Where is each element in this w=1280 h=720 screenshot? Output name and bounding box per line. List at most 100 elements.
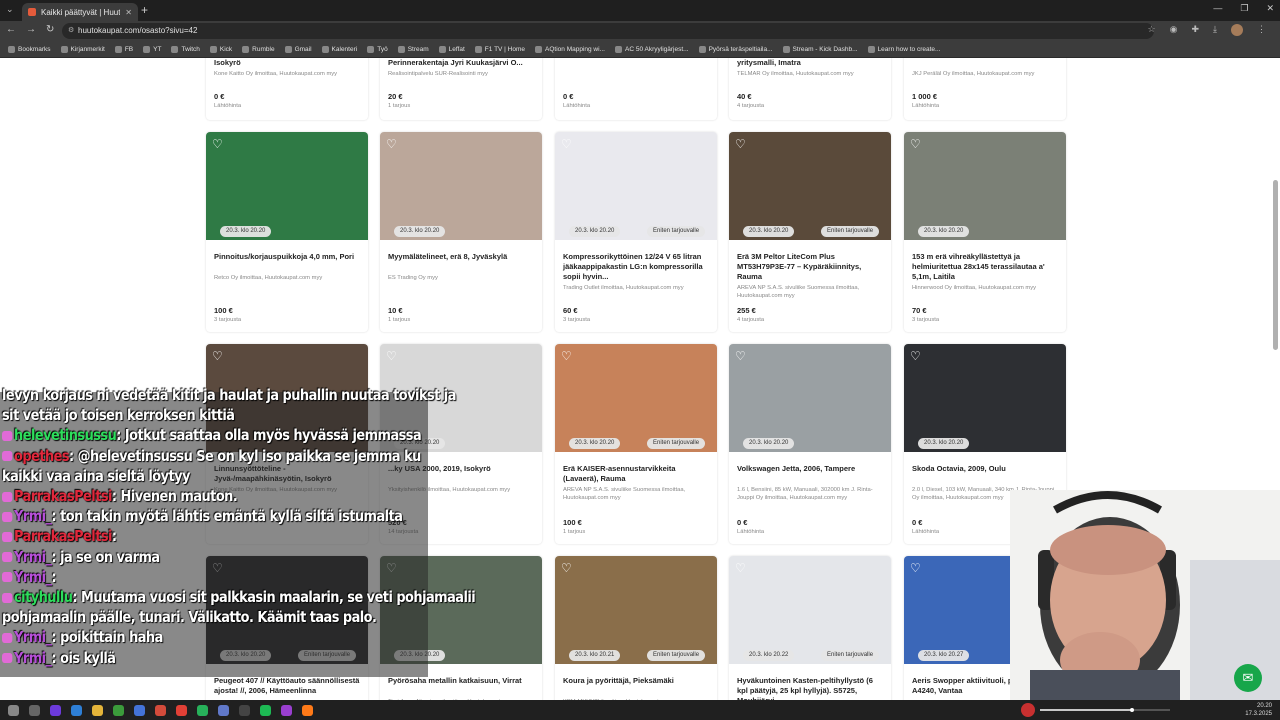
app-icon[interactable] [239, 704, 250, 716]
chrome-icon[interactable] [176, 704, 187, 716]
extension-puzzle-icon[interactable]: ✚ [1191, 24, 1199, 36]
listing-title[interactable]: Koura ja pyörittäjä, Pieksämäki [563, 676, 711, 686]
task-view-icon[interactable] [29, 704, 40, 716]
listing-card[interactable]: ♡ 20.3. klo 20.20 153 m erä vihreäkylläste… [904, 132, 1066, 332]
firefox-icon[interactable] [302, 704, 313, 716]
bookmark-item[interactable]: Stream [397, 45, 429, 53]
listing-image[interactable]: ♡ 20.3. klo 20.22 Eniten tarjouvalle [729, 556, 891, 664]
listing-title[interactable]: Isokyrö [214, 58, 362, 68]
favorite-heart-icon[interactable]: ♡ [910, 561, 924, 575]
favorite-heart-icon[interactable]: ♡ [561, 137, 575, 151]
favorite-heart-icon[interactable]: ♡ [910, 137, 924, 151]
listing-card[interactable]: yritysmalli, Imatra TELMAR Oy ilmoittaa, … [729, 58, 891, 120]
bookmark-item[interactable]: Stream - Kick Dashb... [782, 45, 858, 53]
listing-image[interactable]: ♡ 20.3. klo 20.20 [206, 132, 368, 240]
listing-image[interactable]: ♡ 20.3. klo 20.20 Eniten tarjouvalle [555, 132, 717, 240]
reload-icon[interactable]: ↻ [46, 24, 54, 35]
bookmark-item[interactable]: Gmail [284, 45, 312, 53]
listing-card[interactable]: ♡ 20.3. klo 20.20 Myymälätelineet, erä 8, … [380, 132, 542, 332]
app-icon[interactable] [50, 704, 61, 716]
listing-image[interactable]: ♡ 20.3. klo 20.20 [729, 344, 891, 452]
app-icon[interactable] [113, 704, 124, 716]
listing-card[interactable]: JKJ Peräläl Oy ilmoittaa, Huutokaupat.co… [904, 58, 1066, 120]
app-icon[interactable] [71, 704, 82, 716]
listing-card[interactable]: ♡ 20.3. klo 20.22 Eniten tarjouvalle Hyväku… [729, 556, 891, 700]
listing-image[interactable]: ♡ 20.3. klo 20.20 [380, 132, 542, 240]
listing-card[interactable]: Isokyrö Kone Kaitto Oy ilmoittaa, Huutoka… [206, 58, 368, 120]
listing-title[interactable]: yritysmalli, Imatra [737, 58, 885, 68]
app-icon[interactable] [155, 704, 166, 716]
bookmark-item[interactable]: YT [143, 45, 161, 53]
tab-search-icon[interactable]: ⌄ [6, 4, 14, 15]
listing-image[interactable]: ♡ 20.3. klo 20.20 Eniten tarjouvalle [555, 344, 717, 452]
address-bar[interactable]: ⚙ huutokaupat.com/osasto?sivu=42 [62, 23, 1154, 39]
bookmark-item[interactable]: Kick [209, 45, 232, 53]
system-clock[interactable]: 20.20 17.3.2025 [1245, 702, 1272, 718]
listing-title[interactable]: Skoda Octavia, 2009, Oulu [912, 464, 1060, 474]
favorite-heart-icon[interactable]: ♡ [561, 561, 575, 575]
tab-active[interactable]: Kaikki päättyvät | Huutokaupat ✕ [22, 3, 138, 21]
close-tab-icon[interactable]: ✕ [125, 8, 132, 17]
start-icon[interactable] [8, 704, 19, 716]
listing-image[interactable]: ♡ 20.3. klo 20.20 Eniten tarjouvalle [729, 132, 891, 240]
listing-card[interactable]: ♡ 20.3. klo 20.20 Eniten tarjouvalle Erä KA… [555, 344, 717, 544]
bookmark-item[interactable]: AQtion Mapping wi... [535, 45, 605, 53]
bookmark-item[interactable]: Kalenteri [321, 45, 357, 53]
listing-card[interactable]: ♡ 20.3. klo 20.21 Eniten tarjouvalle Koura … [555, 556, 717, 700]
bookmark-star-icon[interactable]: ☆ [1148, 24, 1156, 36]
profile-avatar[interactable] [1231, 24, 1243, 36]
favorite-heart-icon[interactable]: ♡ [212, 137, 226, 151]
minimize-icon[interactable]: — [1213, 3, 1222, 14]
bookmark-item[interactable]: FB [114, 45, 133, 53]
whatsapp-icon[interactable] [197, 704, 208, 716]
chat-support-button[interactable]: ✉ [1234, 664, 1262, 692]
bookmark-item[interactable]: Learn how to create... [867, 45, 940, 53]
bookmark-item[interactable]: Twitch [171, 45, 200, 53]
bookmark-item[interactable]: F1 TV | Home [474, 45, 525, 53]
site-info-icon[interactable]: ⚙ [68, 26, 74, 34]
bookmark-item[interactable]: Työ [367, 45, 388, 53]
app-icon[interactable] [134, 704, 145, 716]
extension-icon[interactable]: ◉ [1170, 24, 1178, 36]
spotify-icon[interactable] [260, 704, 271, 716]
favorite-heart-icon[interactable]: ♡ [735, 561, 749, 575]
listing-card[interactable]: 0 € Lähtöhinta [555, 58, 717, 120]
listing-title[interactable]: Myymälätelineet, erä 8, Jyväskylä [388, 252, 536, 262]
listing-card[interactable]: ♡ 20.3. klo 20.20 Eniten tarjouvalle Erä 3M… [729, 132, 891, 332]
favorite-heart-icon[interactable]: ♡ [561, 349, 575, 363]
favorite-heart-icon[interactable]: ♡ [212, 349, 226, 363]
bookmark-item[interactable]: Rumble [242, 45, 275, 53]
back-icon[interactable]: ← [6, 24, 16, 35]
file-explorer-icon[interactable] [92, 704, 103, 716]
listing-title[interactable]: Peugeot 407 // Käyttöauto säännöllisestä… [214, 676, 362, 696]
bookmark-item[interactable]: Leffat [438, 45, 465, 53]
listing-title[interactable]: Volkswagen Jetta, 2006, Tampere [737, 464, 885, 474]
app-icon[interactable] [281, 704, 292, 716]
listing-title[interactable]: Erä KAISER-asennustarvikkeita (Lavaerä),… [563, 464, 711, 484]
forward-icon[interactable]: → [26, 24, 36, 35]
bookmark-item[interactable]: AC 50 Akryyligärjest... [615, 45, 689, 53]
listing-title[interactable]: Pyörösaha metallin katkaisuun, Virrat [388, 676, 536, 686]
listing-image[interactable]: ♡ 20.3. klo 20.20 [904, 344, 1066, 452]
listing-image[interactable]: ♡ 20.3. klo 20.20 [904, 132, 1066, 240]
new-tab-icon[interactable]: + [141, 3, 148, 17]
close-window-icon[interactable]: ✕ [1266, 3, 1274, 14]
listing-card[interactable]: ♡ 20.3. klo 20.20 Eniten tarjouvalle Kompre… [555, 132, 717, 332]
browser-menu-icon[interactable]: ⋮ [1257, 24, 1266, 36]
app-icon[interactable] [218, 704, 229, 716]
listing-title[interactable]: Erä 3M Peltor LiteCom Plus MT53H79P3E-77… [737, 252, 885, 282]
favorite-heart-icon[interactable]: ♡ [910, 349, 924, 363]
favorite-heart-icon[interactable]: ♡ [386, 137, 400, 151]
listing-card[interactable]: ♡ 20.3. klo 20.20 Pinnoitus/korjauspuikkoj… [206, 132, 368, 332]
listing-image[interactable]: ♡ 20.3. klo 20.21 Eniten tarjouvalle [555, 556, 717, 664]
media-progress-bar[interactable] [1020, 703, 1180, 717]
listing-title[interactable]: Pinnoitus/korjauspuikkoja 4,0 mm, Pori [214, 252, 362, 262]
bookmark-item[interactable]: Kirjanmerkit [60, 45, 105, 53]
listing-title[interactable]: Kompressorikyttöinen 12/24 V 65 litran j… [563, 252, 711, 282]
favorite-heart-icon[interactable]: ♡ [386, 349, 400, 363]
listing-card[interactable]: ♡ 20.3. klo 20.20 Volkswagen Jetta, 2006, … [729, 344, 891, 544]
download-icon[interactable]: ⤓ [1213, 24, 1217, 36]
listing-title[interactable]: Hyväkuntoinen Kasten-peltihyllystö (6 kp… [737, 676, 885, 700]
listing-title[interactable]: 153 m erä vihreäkyllästettyä ja helmiuri… [912, 252, 1060, 282]
favorite-heart-icon[interactable]: ♡ [735, 137, 749, 151]
